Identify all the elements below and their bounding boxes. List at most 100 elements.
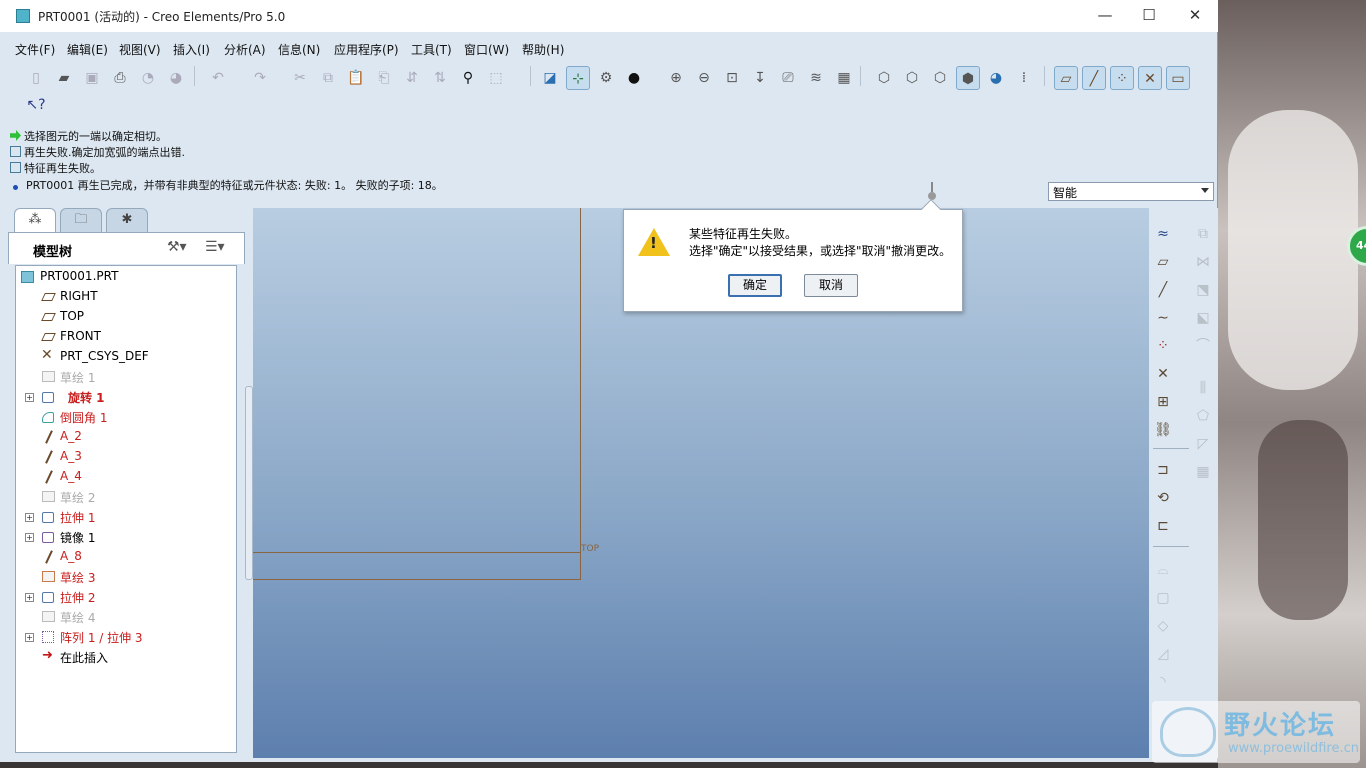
- intersect-icon[interactable]: ⌒: [1191, 334, 1215, 358]
- shaded-icon[interactable]: ⬢: [956, 66, 980, 90]
- trim-icon[interactable]: ⬔: [1191, 278, 1215, 302]
- merge-icon[interactable]: ⋈: [1191, 250, 1215, 274]
- minimize-button[interactable]: —: [1093, 6, 1117, 26]
- tree-item[interactable]: PRT_CSYS_DEF: [16, 347, 236, 367]
- model-tree-toggle-icon[interactable]: ⁞: [1012, 66, 1036, 90]
- cut-icon[interactable]: ✂: [288, 66, 312, 90]
- datum-axis-tool-icon[interactable]: ╱: [1151, 278, 1175, 302]
- new-file-icon[interactable]: ▯: [24, 66, 48, 90]
- reorient-icon[interactable]: ↧: [748, 66, 772, 90]
- menu-tools[interactable]: 工具(T): [411, 41, 452, 58]
- find-icon[interactable]: ⚲: [456, 66, 480, 90]
- send-attachment-icon[interactable]: ◕: [164, 66, 188, 90]
- tree-item[interactable]: TOP: [16, 307, 236, 327]
- select-box-icon[interactable]: ⬚: [484, 66, 508, 90]
- tree-item[interactable]: 草绘 2: [16, 487, 236, 507]
- chain-icon[interactable]: ⛓: [1151, 418, 1175, 442]
- hidden-line-icon[interactable]: ⬡: [900, 66, 924, 90]
- send-mail-icon[interactable]: ◔: [136, 66, 160, 90]
- expand-icon[interactable]: +: [25, 533, 34, 542]
- expand-icon[interactable]: +: [25, 633, 34, 642]
- refit-icon[interactable]: ⊡: [720, 66, 744, 90]
- tree-item[interactable]: A_2: [16, 427, 236, 447]
- tab-favorites[interactable]: ✱: [106, 208, 148, 232]
- tab-folder-browser[interactable]: 🗀: [60, 208, 102, 232]
- round-tool-icon[interactable]: ◝: [1151, 670, 1175, 694]
- zoom-in-icon[interactable]: ⊕: [664, 66, 688, 90]
- tree-item[interactable]: + 拉伸 1: [16, 507, 236, 527]
- tree-item[interactable]: A_4: [16, 467, 236, 487]
- analysis-feature-icon[interactable]: ⊞: [1151, 390, 1175, 414]
- tab-model-tree[interactable]: ⁂: [14, 208, 56, 232]
- menu-applications[interactable]: 应用程序(P): [334, 41, 399, 58]
- open-file-icon[interactable]: ▰: [52, 66, 76, 90]
- csys-display-icon[interactable]: ✕: [1138, 66, 1162, 90]
- extend-icon[interactable]: ⬠: [1191, 404, 1215, 428]
- datum-curve-icon[interactable]: ∼: [1151, 306, 1175, 330]
- orient-mode-icon[interactable]: ⚙: [594, 66, 618, 90]
- no-hidden-icon[interactable]: ⬡: [928, 66, 952, 90]
- mirror-tool-icon[interactable]: ⫼: [1191, 376, 1215, 400]
- spin-center-icon[interactable]: ⊹: [566, 66, 590, 90]
- extrude-tool-icon[interactable]: ⊐: [1151, 458, 1175, 482]
- saved-views-icon[interactable]: ⎚: [776, 66, 800, 90]
- menu-file[interactable]: 文件(F): [15, 41, 55, 58]
- expand-icon[interactable]: +: [25, 513, 34, 522]
- revolve-tool-icon[interactable]: ⟲: [1151, 486, 1175, 510]
- wireframe-icon[interactable]: ⬡: [872, 66, 896, 90]
- datum-plane-tool-icon[interactable]: ▱: [1151, 250, 1175, 274]
- print-icon[interactable]: ⎙: [108, 66, 132, 90]
- menu-help[interactable]: 帮助(H): [522, 41, 564, 58]
- selection-filter-dropdown[interactable]: 智能: [1048, 182, 1214, 201]
- ok-button[interactable]: 确定: [728, 274, 782, 297]
- annotation-display-icon[interactable]: ▭: [1166, 66, 1190, 90]
- draft-tool-icon[interactable]: ◿: [1151, 642, 1175, 666]
- redo-icon[interactable]: ↷: [248, 66, 272, 90]
- undo-icon[interactable]: ↶: [206, 66, 230, 90]
- copy-icon[interactable]: ⧉: [316, 66, 340, 90]
- menu-edit[interactable]: 编辑(E): [67, 41, 108, 58]
- view-manager-icon[interactable]: ▦: [832, 66, 856, 90]
- tree-item[interactable]: 草绘 3: [16, 567, 236, 587]
- offset-icon[interactable]: ⬕: [1191, 306, 1215, 330]
- maximize-button[interactable]: ☐: [1137, 6, 1161, 26]
- pattern-tool-icon[interactable]: ▦: [1191, 460, 1215, 484]
- menu-window[interactable]: 窗口(W): [464, 41, 509, 58]
- menu-analysis[interactable]: 分析(A): [224, 41, 266, 58]
- repaint-icon[interactable]: ◪: [538, 66, 562, 90]
- expand-icon[interactable]: +: [25, 393, 34, 402]
- tree-item[interactable]: 草绘 1: [16, 367, 236, 387]
- tree-item[interactable]: + 拉伸 2: [16, 587, 236, 607]
- project-icon[interactable]: ◸: [1191, 432, 1215, 456]
- layers-icon[interactable]: ≋: [804, 66, 828, 90]
- enhanced-realism-icon[interactable]: ◕: [984, 66, 1008, 90]
- shading-icon[interactable]: ●: [622, 66, 646, 90]
- tree-columns-icon[interactable]: ☰▾: [205, 239, 225, 255]
- paste-special-icon[interactable]: ⎗: [372, 66, 396, 90]
- tree-item[interactable]: + 镜像 1: [16, 527, 236, 547]
- menu-info[interactable]: 信息(N): [278, 41, 320, 58]
- cancel-button[interactable]: 取消: [804, 274, 858, 297]
- tree-item[interactable]: PRT0001.PRT: [16, 267, 236, 287]
- regenerate-manager-icon[interactable]: ⇅: [428, 66, 452, 90]
- close-button[interactable]: ✕: [1183, 6, 1207, 26]
- menu-view[interactable]: 视图(V): [119, 41, 161, 58]
- tree-item[interactable]: A_8: [16, 547, 236, 567]
- tree-item[interactable]: RIGHT: [16, 287, 236, 307]
- datum-point-tool-icon[interactable]: ⁘: [1151, 334, 1175, 358]
- rib-tool-icon[interactable]: ◇: [1151, 614, 1175, 638]
- shell-tool-icon[interactable]: ▢: [1151, 586, 1175, 610]
- csys-tool-icon[interactable]: ✕: [1151, 362, 1175, 386]
- tree-settings-icon[interactable]: ⚒▾: [167, 239, 187, 255]
- hole-tool-icon[interactable]: ⌓: [1151, 558, 1175, 582]
- tree-item[interactable]: 倒圆角 1: [16, 407, 236, 427]
- tree-item[interactable]: + 阵列 1 / 拉伸 3: [16, 627, 236, 647]
- context-help-icon[interactable]: ↖?: [24, 93, 48, 117]
- save-icon[interactable]: ▣: [80, 66, 104, 90]
- tree-item[interactable]: FRONT: [16, 327, 236, 347]
- zoom-out-icon[interactable]: ⊖: [692, 66, 716, 90]
- expand-icon[interactable]: +: [25, 593, 34, 602]
- tree-item[interactable]: 在此插入: [16, 647, 236, 667]
- tree-item[interactable]: 草绘 4: [16, 607, 236, 627]
- menu-insert[interactable]: 插入(I): [173, 41, 210, 58]
